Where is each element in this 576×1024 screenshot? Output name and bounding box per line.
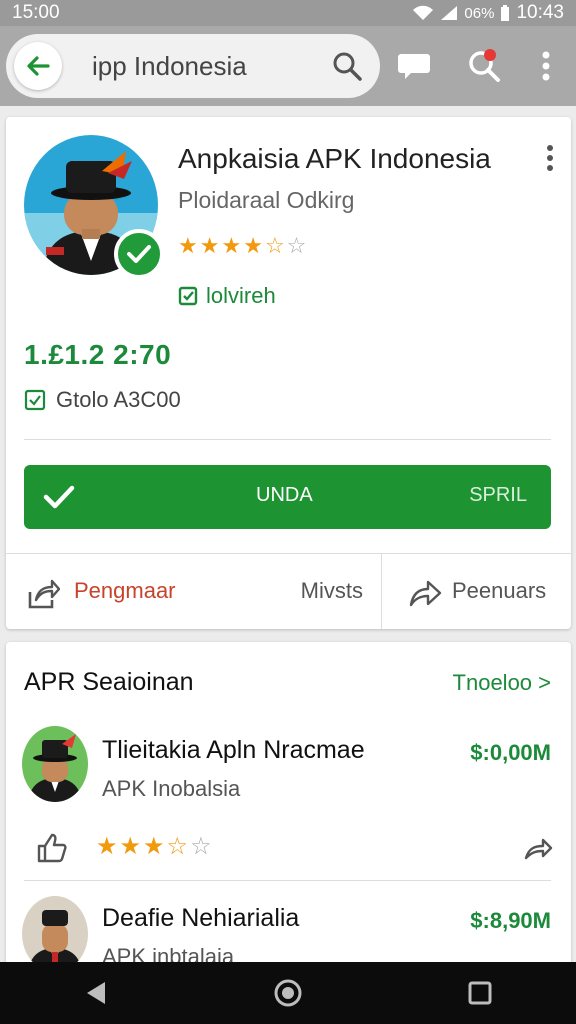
star-icon: ★ <box>199 233 220 258</box>
status-time-right: 10:43 <box>516 2 564 23</box>
more-options-icon[interactable] <box>547 145 553 171</box>
checkbox-icon <box>178 286 198 306</box>
trend-arrow-icon[interactable] <box>523 836 553 862</box>
app-icon-avatar <box>22 896 88 972</box>
star-icon: ★ <box>243 233 263 258</box>
thumbs-up-icon[interactable] <box>36 832 68 864</box>
nav-recents-button[interactable] <box>450 963 510 1023</box>
app-subtitle: APK Inobalsia <box>102 776 241 801</box>
star-half-icon: ☆ <box>264 233 285 258</box>
app-icon-avatar <box>22 726 88 802</box>
search-icon[interactable] <box>332 51 362 81</box>
install-button-label: UNDA <box>256 484 313 506</box>
app-size-label: Gtolo A3C00 <box>56 387 181 412</box>
install-button-sub-label: SPRIL <box>469 484 527 506</box>
app-title: Anpkaisia APK Indonesia <box>178 143 491 174</box>
battery-percent: 06% <box>464 4 495 22</box>
app-name: Tlieitakia Apln Nracmae <box>102 736 365 764</box>
share-label: Pengmaar <box>74 578 176 603</box>
forward-label: Peenuars <box>452 578 547 603</box>
see-more-link[interactable]: Tnoeloo > <box>453 670 551 696</box>
install-button[interactable]: UNDA SPRIL <box>24 465 551 529</box>
system-navigation-bar <box>0 962 576 1024</box>
star-icon: ★ <box>119 833 142 860</box>
app-developer[interactable]: Ploidaraal Odkirg <box>178 187 354 214</box>
star-empty-icon: ☆ <box>286 233 307 258</box>
action-row: Pengmaar Mivsts Peenuars <box>6 553 571 629</box>
checkbox-icon <box>24 389 46 411</box>
verified-check-icon <box>114 229 164 279</box>
app-size: Gtolo A3C00 <box>24 387 181 413</box>
app-rating: ★ ★ ★ ★ ☆ ☆ <box>178 233 306 259</box>
app-price: $:0,00M <box>470 740 551 765</box>
star-icon: ★ <box>96 833 118 860</box>
star-icon: ★ <box>178 233 198 258</box>
app-rating: ★ ★ ★ ☆ ☆ <box>96 832 212 861</box>
back-triangle-icon <box>87 982 105 1004</box>
signal-icon <box>441 6 458 20</box>
app-details-card: Anpkaisia APK Indonesia Ploidaraal Odkir… <box>6 117 571 629</box>
search-alert-icon[interactable] <box>462 44 506 88</box>
status-icons: 06% 10:43 <box>412 2 564 24</box>
check-icon <box>43 485 75 509</box>
forward-arrow-icon <box>409 580 442 607</box>
status-time-left: 15:00 <box>12 2 60 23</box>
share-button[interactable]: Pengmaar Mivsts <box>6 554 382 629</box>
star-icon: ★ <box>143 833 165 860</box>
section-title: APR Seaioinan <box>24 668 194 696</box>
search-box[interactable]: ipp Indonesia <box>6 34 380 98</box>
share-icon <box>28 579 60 609</box>
install-status-label: lolvireh <box>206 283 276 308</box>
forward-button[interactable]: Peenuars <box>382 554 571 629</box>
status-bar: 15:00 06% 10:43 <box>0 0 576 26</box>
back-button[interactable] <box>14 42 62 90</box>
app-version: 1.£1.2 2:70 <box>24 339 172 370</box>
install-status: lolvireh <box>178 283 276 309</box>
battery-icon <box>501 5 510 21</box>
recents-square-icon <box>468 981 492 1005</box>
secondary-action-label[interactable]: Mivsts <box>301 578 363 604</box>
search-input[interactable]: ipp Indonesia <box>92 51 332 82</box>
divider <box>24 880 551 881</box>
divider <box>24 439 551 440</box>
star-icon: ★ <box>221 233 242 258</box>
similar-apps-card: APR Seaioinan Tnoeloo > Tlieitakia Apln … <box>6 642 571 972</box>
nav-back-button[interactable] <box>66 963 126 1023</box>
app-name: Deafie Nehiarialia <box>102 904 300 932</box>
star-half-icon: ☆ <box>166 833 189 860</box>
home-circle-icon <box>274 979 302 1007</box>
star-empty-icon: ☆ <box>190 833 212 860</box>
app-bar: ipp Indonesia <box>0 26 576 106</box>
wifi-icon <box>413 5 434 20</box>
chat-icon[interactable] <box>392 44 436 88</box>
overflow-menu-icon[interactable] <box>524 44 568 88</box>
nav-home-button[interactable] <box>258 963 318 1023</box>
back-arrow-icon <box>27 56 50 76</box>
app-price: $:8,90M <box>470 908 551 933</box>
